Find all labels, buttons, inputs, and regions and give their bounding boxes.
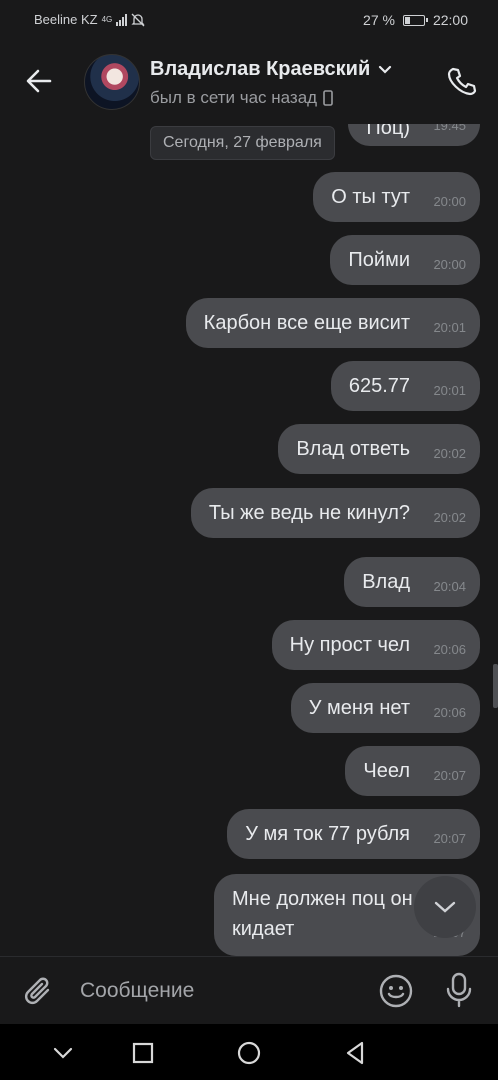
network-type: 4G — [101, 15, 113, 24]
last-seen: был в сети час назад — [150, 88, 333, 108]
message-bubble[interactable]: 625.77 20:01 — [330, 361, 480, 411]
microphone-icon[interactable] — [442, 971, 476, 1009]
battery-percent: 27 % — [363, 12, 395, 28]
message-text: 625.77 — [348, 375, 410, 397]
mobile-device-icon — [323, 90, 333, 106]
mute-icon — [131, 13, 145, 26]
message-time: 20:02 — [433, 446, 466, 461]
message-bubble[interactable]: Ты же ведь не кинул? 20:02 — [190, 488, 480, 538]
system-navigation-bar — [0, 1024, 498, 1080]
message-time: 20:00 — [433, 257, 466, 272]
signal-icon — [116, 13, 128, 26]
message-time: 20:01 — [433, 383, 466, 398]
message-time: 20:02 — [433, 510, 466, 525]
back-icon[interactable] — [342, 1040, 368, 1066]
message-time: 20:04 — [433, 579, 466, 594]
emoji-icon[interactable] — [378, 973, 414, 1009]
message-bubble[interactable]: Влад 20:04 — [344, 557, 480, 607]
message-bubble[interactable]: Влад ответь 20:02 — [278, 424, 480, 474]
message-composer: Сообщение — [0, 956, 498, 1025]
message-text: Карбон все еще висит — [203, 312, 410, 334]
message-time: 20:07 — [433, 831, 466, 846]
phone-call-icon[interactable] — [444, 64, 478, 98]
message-list[interactable]: Поц) 19:45 О ты тут 20:00 Пойми 20:00 Ка… — [0, 114, 498, 956]
back-arrow-icon[interactable] — [22, 64, 56, 98]
message-time: 20:07 — [433, 768, 466, 783]
chevron-down-icon — [434, 901, 456, 913]
message-time: 20:01 — [433, 320, 466, 335]
chevron-down-icon[interactable] — [50, 1040, 76, 1066]
message-text: У мя ток 77 рубля — [245, 823, 410, 845]
status-left: Beeline KZ 4G — [34, 12, 145, 27]
status-right: 27 % 22:00 — [363, 12, 468, 28]
scroll-to-bottom-button[interactable] — [414, 876, 476, 938]
message-bubble[interactable]: Ну прост чел 20:06 — [271, 620, 480, 670]
chat-header: Владислав Краевский был в сети час назад — [0, 40, 498, 124]
contact-name[interactable]: Владислав Краевский — [150, 58, 392, 81]
paperclip-icon[interactable] — [22, 975, 56, 1009]
chevron-down-icon — [379, 65, 392, 74]
message-text: Ты же ведь не кинул? — [208, 502, 410, 524]
last-seen-text: был в сети час назад — [150, 88, 318, 107]
message-bubble[interactable]: У меня нет 20:06 — [290, 683, 480, 733]
avatar[interactable] — [84, 54, 140, 110]
battery-icon — [402, 14, 428, 26]
contact-name-text: Владислав Краевский — [150, 58, 371, 80]
message-text: О ты тут — [331, 186, 410, 208]
date-separator: Сегодня, 27 февраля — [150, 126, 335, 160]
message-bubble[interactable]: Карбон все еще висит 20:01 — [185, 298, 480, 348]
message-text: Ну прост чел — [289, 634, 410, 656]
message-time: 20:00 — [433, 194, 466, 209]
message-text: Чеел — [363, 760, 410, 782]
message-bubble[interactable]: Чеел 20:07 — [345, 746, 480, 796]
message-time: 20:06 — [433, 705, 466, 720]
carrier-name: Beeline KZ — [34, 12, 98, 27]
message-text: Пойми — [348, 249, 410, 271]
status-bar: Beeline KZ 4G 27 % 22:00 — [0, 0, 498, 40]
message-text: У меня нет — [308, 697, 410, 719]
message-text: Влад ответь — [296, 438, 410, 460]
message-input[interactable]: Сообщение — [80, 979, 194, 1003]
battery-fill — [404, 16, 410, 24]
message-bubble[interactable]: О ты тут 20:00 — [313, 172, 480, 222]
message-bubble[interactable]: Пойми 20:00 — [330, 235, 480, 285]
clock: 22:00 — [432, 12, 468, 28]
message-bubble[interactable]: У мя ток 77 рубля 20:07 — [227, 809, 480, 859]
scrollbar[interactable] — [493, 664, 498, 708]
recent-apps-icon[interactable] — [130, 1040, 156, 1066]
home-icon[interactable] — [236, 1040, 262, 1066]
message-text: Влад — [362, 571, 410, 593]
message-time: 20:06 — [433, 642, 466, 657]
